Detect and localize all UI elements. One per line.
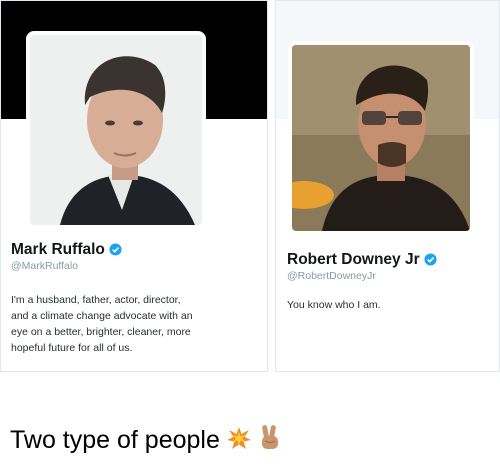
profile-avatar[interactable] [288, 41, 474, 235]
meme-caption: Two type of people [10, 424, 282, 459]
profile-bio: I'm a husband, father, actor, director, … [11, 292, 261, 356]
profile-handle[interactable]: @MarkRuffalo [11, 260, 78, 272]
collision-emoji-icon [226, 426, 252, 459]
profile-name[interactable]: Robert Downey Jr [287, 251, 420, 268]
caption-text: Two type of people [10, 426, 220, 454]
avatar-photo [30, 35, 202, 225]
profile-name-row: Robert Downey Jr [287, 251, 437, 271]
profile-handle[interactable]: @RobertDowneyJr [287, 270, 376, 282]
bio-line: and a climate change advocate with an [11, 310, 193, 322]
verified-badge-icon [424, 253, 437, 271]
profile-name-row: Mark Ruffalo [11, 241, 122, 261]
profile-bio: You know who I am. [287, 297, 492, 313]
bio-line: I'm a husband, father, actor, director, [11, 294, 181, 306]
verified-badge-icon [109, 243, 122, 261]
profile-avatar[interactable] [26, 31, 206, 229]
bio-line: You know who I am. [287, 299, 381, 311]
profile-card-mark-ruffalo[interactable]: Mark Ruffalo @MarkRuffalo I'm a husband,… [0, 0, 268, 372]
victory-hand-emoji-icon [258, 424, 282, 459]
bio-line: hopeful future for all of us. [11, 342, 133, 354]
profile-name[interactable]: Mark Ruffalo [11, 241, 105, 258]
bio-line: eye on a better, brighter, cleaner, more [11, 326, 191, 338]
avatar-photo [292, 45, 470, 231]
profile-card-robert-downey-jr[interactable]: Robert Downey Jr @RobertDowneyJr You kno… [275, 0, 500, 372]
